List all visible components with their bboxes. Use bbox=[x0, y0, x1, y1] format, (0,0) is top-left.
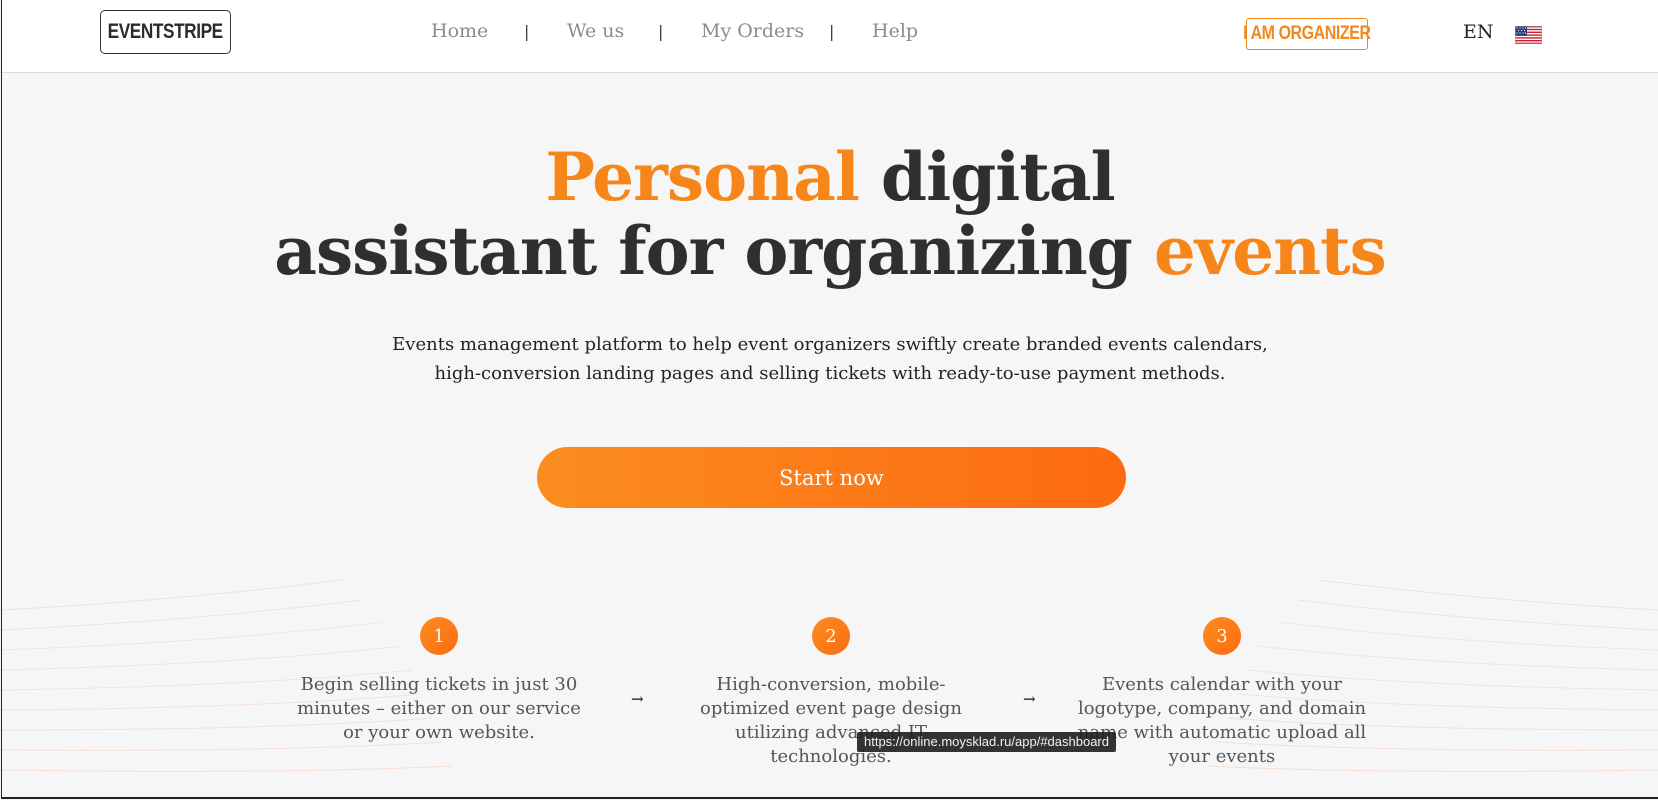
link-status-tooltip: https://online.moysklad.ru/app/#dashboar… bbox=[857, 732, 1116, 752]
us-flag-icon[interactable] bbox=[1515, 26, 1542, 44]
step-3-badge: 3 bbox=[1203, 617, 1241, 655]
nav-help[interactable]: Help bbox=[872, 20, 918, 42]
browser-viewport: EVENTSTRIPE Home | We us | My Orders | H… bbox=[1, 0, 1658, 799]
headline-line-2: assistant for organizing events bbox=[2, 214, 1658, 288]
subtitle-line-1: Events management platform to help event… bbox=[392, 334, 1268, 355]
hero-subtitle: Events management platform to help event… bbox=[2, 330, 1658, 388]
arrow-right-icon: → bbox=[1023, 690, 1036, 708]
nav-my-orders[interactable]: My Orders bbox=[701, 20, 804, 42]
nav-separator: | bbox=[524, 22, 530, 41]
nav-separator: | bbox=[829, 22, 835, 41]
nav-separator: | bbox=[658, 22, 664, 41]
hero-headline: Personal digital assistant for organizin… bbox=[2, 140, 1658, 288]
arrow-right-icon: → bbox=[631, 690, 644, 708]
subtitle-line-2: high-conversion landing pages and sellin… bbox=[434, 363, 1226, 384]
nav-we-us[interactable]: We us bbox=[567, 20, 624, 42]
site-header: EVENTSTRIPE Home | We us | My Orders | H… bbox=[2, 0, 1658, 73]
nav-home[interactable]: Home bbox=[431, 20, 488, 42]
language-selector[interactable]: EN bbox=[1463, 21, 1494, 43]
logo-text: EVENTSTRIPE bbox=[107, 20, 224, 43]
eventstripe-logo[interactable]: EVENTSTRIPE bbox=[100, 10, 231, 54]
headline-accent-events: events bbox=[1153, 212, 1387, 290]
step-1-text: Begin selling tickets in just 30 minutes… bbox=[297, 674, 581, 743]
headline-accent-personal: Personal bbox=[545, 138, 860, 216]
i-am-organizer-button[interactable]: I AM ORGANIZER bbox=[1243, 18, 1371, 50]
step-2-text: High-conversion, mobile-optimized event … bbox=[699, 674, 962, 767]
headline-digital: digital bbox=[858, 138, 1116, 216]
step-1-badge: 1 bbox=[420, 617, 458, 655]
step-3-text: Events calendar with your logotype, comp… bbox=[1077, 674, 1367, 767]
organizer-button-label: I AM ORGANIZER bbox=[1243, 23, 1371, 44]
headline-assistant: assistant for organizing bbox=[274, 212, 1154, 290]
headline-line-1: Personal digital bbox=[2, 140, 1658, 214]
step-2-badge: 2 bbox=[812, 617, 850, 655]
start-now-button[interactable]: Start now bbox=[537, 447, 1126, 508]
